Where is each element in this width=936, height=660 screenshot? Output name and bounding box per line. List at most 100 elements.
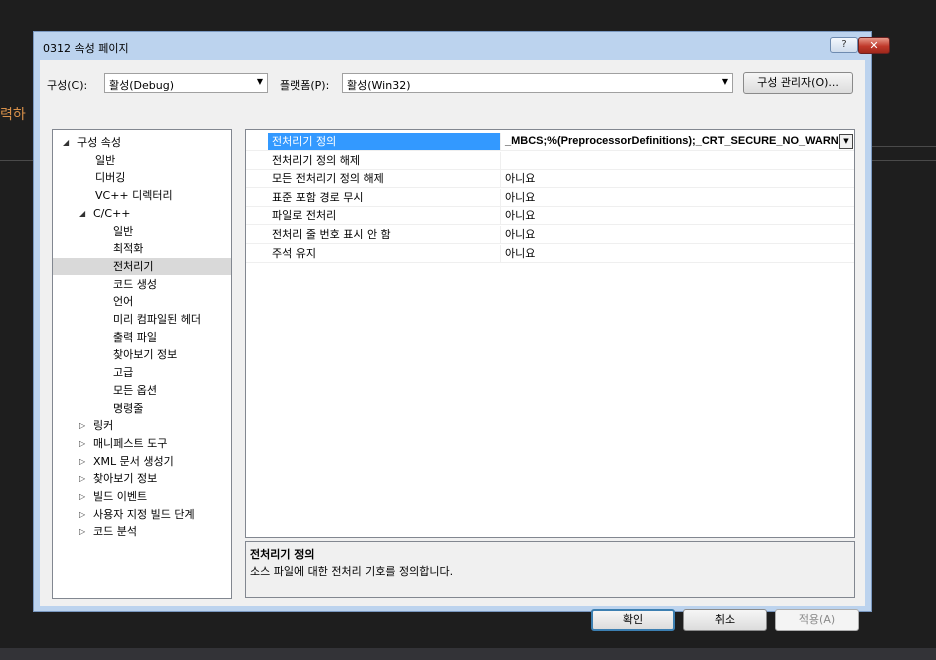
tree-item[interactable]: 코드 생성	[53, 276, 231, 293]
tree-item[interactable]: 일반	[53, 223, 231, 240]
tree-item[interactable]: ▷ 사용자 지정 빌드 단계	[53, 506, 231, 523]
tree-item[interactable]: 모든 옵션	[53, 382, 231, 399]
tree-item-label: 일반	[95, 153, 116, 167]
property-tree[interactable]: ◢ 구성 속성 일반 디버깅 VC++ 디렉터리 ◢ C/C++ 일반 최적화 전처리기 코드 생성…	[52, 129, 232, 599]
collapsed-icon[interactable]: ▷	[79, 506, 85, 523]
tree-item-label: 찾아보기 정보	[113, 348, 178, 362]
configuration-label: 구성(C):	[47, 79, 88, 92]
description-panel: 전처리기 정의 소스 파일에 대한 전처리 기호를 정의합니다.	[245, 541, 855, 598]
property-value[interactable]: 아니요	[500, 226, 854, 243]
tree-item[interactable]: 일반	[53, 152, 231, 169]
close-button[interactable]: ✕	[858, 37, 890, 54]
tree-item[interactable]: ▷ 코드 분석	[53, 523, 231, 540]
background-status-bar	[0, 648, 936, 660]
apply-button[interactable]: 적용(A)	[775, 609, 859, 631]
tree-item[interactable]: 전처리기	[53, 257, 231, 275]
tree-item-label: C/C++	[93, 206, 131, 220]
tree-item-label: 모든 옵션	[113, 383, 157, 397]
property-name: 전처리기 정의 해제	[272, 153, 360, 167]
tree-item-label: 사용자 지정 빌드 단계	[93, 507, 195, 521]
tree-item-label: 미리 컴파일된 헤더	[113, 313, 201, 326]
tree-item-label: 고급	[113, 366, 134, 380]
expanded-icon[interactable]: ◢	[79, 205, 85, 222]
property-value[interactable]: 아니요	[500, 244, 854, 262]
chevron-down-icon[interactable]: ▼	[839, 134, 853, 149]
tree-item[interactable]: 명령줄	[53, 400, 231, 417]
property-row[interactable]: 전처리기 정의 _MBCS;%(PreprocessorDefinitions);…	[246, 133, 854, 151]
collapsed-icon[interactable]: ▷	[79, 470, 85, 487]
tree-item-label: 전처리기	[113, 259, 154, 273]
property-pages-dialog: 0312 속성 페이지 ? ✕ 구성(C): 활성(Debug) ▼ 플랫폼(P…	[33, 31, 890, 631]
background-divider-left	[0, 160, 33, 161]
chevron-down-icon: ▼	[721, 77, 728, 86]
tree-item-label: 명령줄	[113, 401, 144, 415]
configuration-manager-button[interactable]: 구성 관리자(O)...	[743, 72, 853, 94]
property-row[interactable]: 전처리기 정의 해제	[246, 151, 854, 170]
property-row[interactable]: 파일로 전처리 아니요	[246, 207, 854, 226]
tree-item-label: 링커	[93, 419, 114, 433]
tree-item[interactable]: ▷ XML 문서 생성기	[53, 453, 231, 470]
configuration-value: 활성(Debug)	[109, 79, 174, 92]
tree-item-label: VC++ 디렉터리	[95, 189, 173, 203]
property-value[interactable]: _MBCS;%(PreprocessorDefinitions);_CRT_SE…	[500, 133, 854, 150]
collapsed-icon[interactable]: ▷	[79, 435, 85, 452]
property-name: 표준 포함 경로 무시	[272, 190, 364, 204]
description-title: 전처리기 정의	[250, 548, 315, 561]
property-name: 모든 전처리기 정의 해제	[272, 172, 384, 186]
tree-item[interactable]: VC++ 디렉터리	[53, 187, 231, 204]
collapsed-icon[interactable]: ▷	[79, 488, 85, 505]
property-value[interactable]: 아니요	[500, 188, 854, 206]
tree-item[interactable]: ◢ 구성 속성	[53, 134, 231, 151]
property-row[interactable]: 전처리 줄 번호 표시 안 함 아니요	[246, 226, 854, 244]
tree-item[interactable]: ▷ 매니페스트 도구	[53, 435, 231, 452]
tree-item-label: 빌드 이벤트	[93, 490, 148, 503]
tree-item-label: 코드 생성	[113, 277, 157, 291]
platform-dropdown[interactable]: 활성(Win32) ▼	[342, 73, 733, 93]
property-name: 전처리기 정의	[268, 133, 500, 150]
tree-item[interactable]: 미리 컴파일된 헤더	[53, 311, 231, 328]
platform-label: 플랫폼(P):	[280, 79, 330, 92]
chevron-down-icon: ▼	[256, 77, 263, 86]
background-editor-text: 력하	[0, 107, 26, 123]
tree-item[interactable]: 찾아보기 정보	[53, 346, 231, 363]
collapsed-icon[interactable]: ▷	[79, 523, 85, 540]
tree-item-label: 일반	[113, 224, 134, 238]
configuration-dropdown[interactable]: 활성(Debug) ▼	[104, 73, 268, 93]
tree-item-label: 매니페스트 도구	[93, 436, 168, 450]
collapsed-icon[interactable]: ▷	[79, 417, 85, 434]
platform-value: 활성(Win32)	[347, 79, 411, 92]
tree-item-label: 코드 분석	[93, 525, 137, 539]
help-button[interactable]: ?	[830, 37, 858, 53]
property-value[interactable]: 아니요	[500, 207, 854, 225]
tree-item[interactable]: 고급	[53, 364, 231, 381]
ok-button[interactable]: 확인	[591, 609, 675, 631]
property-name: 파일로 전처리	[272, 209, 337, 223]
expanded-icon[interactable]: ◢	[63, 134, 69, 151]
property-row[interactable]: 모든 전처리기 정의 해제 아니요	[246, 170, 854, 189]
property-value[interactable]: 아니요	[500, 170, 854, 188]
property-row[interactable]: 표준 포함 경로 무시 아니요	[246, 188, 854, 207]
tree-item[interactable]: 출력 파일	[53, 329, 231, 346]
tree-item[interactable]: ▷ 찾아보기 정보	[53, 470, 231, 487]
tree-item-label: 출력 파일	[113, 330, 157, 344]
cancel-button[interactable]: 취소	[683, 609, 767, 631]
dialog-client-area: 구성(C): 활성(Debug) ▼ 플랫폼(P): 활성(Win32) ▼ 구…	[40, 60, 865, 631]
tree-item[interactable]: 언어	[53, 293, 231, 310]
tree-item[interactable]: ▷ 링커	[53, 417, 231, 434]
property-name: 전처리 줄 번호 표시 안 함	[272, 228, 391, 241]
dialog-title: 0312 속성 페이지	[43, 42, 129, 55]
tree-item[interactable]: 최적화	[53, 240, 231, 257]
tree-item[interactable]: 디버깅	[53, 169, 231, 186]
property-grid[interactable]: 전처리기 정의 _MBCS;%(PreprocessorDefinitions);…	[245, 129, 855, 538]
property-row[interactable]: 주석 유지 아니요	[246, 244, 854, 263]
background-divider-right-top	[872, 146, 936, 147]
dialog-titlebar[interactable]: 0312 속성 페이지 ? ✕	[34, 32, 890, 60]
collapsed-icon[interactable]: ▷	[79, 453, 85, 470]
tree-item[interactable]: ◢ C/C++	[53, 205, 231, 222]
tree-item-label: 찾아보기 정보	[93, 472, 158, 486]
background-divider-right	[872, 160, 936, 161]
tree-item[interactable]: ▷ 빌드 이벤트	[53, 488, 231, 505]
description-text: 소스 파일에 대한 전처리 기호를 정의합니다.	[250, 565, 454, 578]
tree-item-label: 최적화	[113, 242, 144, 256]
property-value[interactable]	[500, 151, 854, 169]
